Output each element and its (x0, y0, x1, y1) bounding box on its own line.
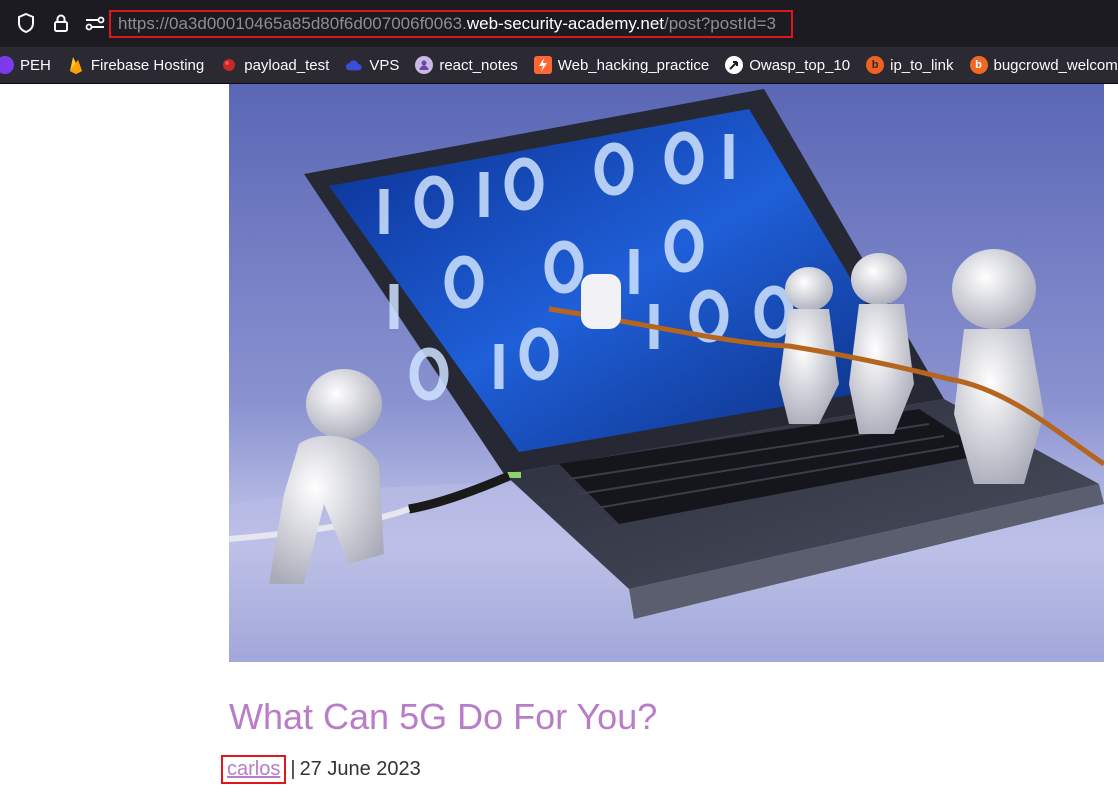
permissions-icon[interactable] (82, 10, 108, 36)
bookmarks-bar: PEH Firebase Hosting payload_test VPS re… (0, 47, 1118, 84)
lock-icon[interactable] (48, 10, 74, 36)
bookmark-label: ip_to_link (890, 56, 954, 74)
bookmark-vps[interactable]: VPS (345, 56, 399, 74)
notes-icon (415, 56, 434, 74)
page-content: What Can 5G Do For You? carlos | 27 June… (0, 84, 1118, 793)
payload-icon (220, 56, 238, 74)
bookmark-peh[interactable]: PEH (0, 56, 51, 74)
post-meta: carlos | 27 June 2023 (221, 754, 421, 784)
url-domain: web-security-academy.net (466, 14, 664, 33)
burp-icon (533, 56, 552, 74)
cloud-icon (345, 56, 363, 74)
post-title: What Can 5G Do For You? (229, 696, 658, 737)
bookmark-label: bugcrowd_welcome (993, 56, 1118, 74)
bookmark-label: Web_hacking_practice (557, 56, 710, 74)
bookmark-label: Owasp_top_10 (749, 56, 851, 74)
bookmark-label: PEH (20, 56, 51, 74)
bookmark-bugcrowd-welcome[interactable]: b bugcrowd_welcome (969, 56, 1118, 74)
url-path: /post?postId=3 (664, 14, 777, 33)
bookmark-ip-to-link[interactable]: b ip_to_link (866, 56, 954, 74)
bookmark-label: payload_test (244, 56, 330, 74)
bookmark-payload-test[interactable]: payload_test (220, 56, 329, 74)
owasp-icon (725, 56, 744, 74)
browser-toolbar: https://0a3d00010465a85d80f6d007006f0063… (0, 0, 1118, 47)
bookmark-firebase-hosting[interactable]: Firebase Hosting (67, 56, 204, 74)
bitly-icon: b (866, 56, 885, 74)
firebase-icon (67, 56, 85, 74)
peh-icon (0, 56, 14, 74)
post-image (229, 84, 1104, 662)
meta-separator: | (290, 757, 296, 780)
url-prefix: https://0a3d00010465a85d80f6d007006f0063… (118, 14, 467, 33)
address-bar[interactable]: https://0a3d00010465a85d80f6d007006f0063… (109, 10, 793, 38)
bookmark-label: Firebase Hosting (90, 56, 205, 74)
post-date: 27 June 2023 (299, 757, 421, 780)
author-link[interactable]: carlos (221, 754, 287, 784)
bookmark-web-hacking-practice[interactable]: Web_hacking_practice (533, 56, 710, 74)
bugcrowd-icon: b (969, 56, 988, 74)
bookmark-label: react_notes (439, 56, 518, 74)
shield-icon[interactable] (13, 10, 39, 36)
bookmark-react-notes[interactable]: react_notes (415, 56, 518, 74)
bookmark-owasp-top-10[interactable]: Owasp_top_10 (725, 56, 850, 74)
bookmark-label: VPS (369, 56, 400, 74)
